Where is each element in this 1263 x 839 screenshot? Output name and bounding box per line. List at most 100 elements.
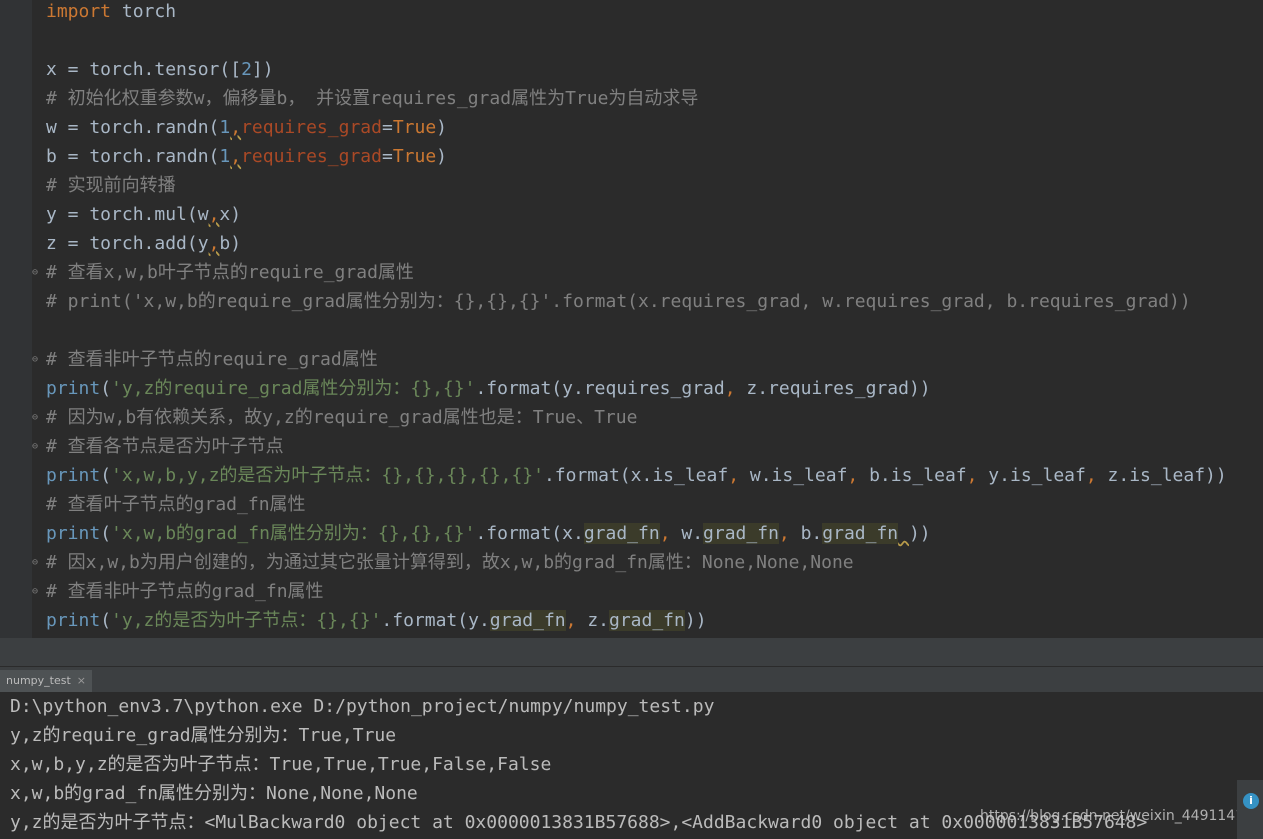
code-line: # 查看各节点是否为叶子节点	[46, 432, 284, 461]
code-token: # 查看非叶子节点的require_grad属性	[46, 349, 378, 370]
fold-marker-icon[interactable]: ⊖	[32, 442, 42, 452]
code-token: 'y,z的是否为叶子节点：{},{}'	[111, 610, 382, 631]
code-token: grad_fn	[822, 523, 899, 544]
info-icon[interactable]: i	[1243, 793, 1259, 809]
code-token: ,	[208, 233, 220, 254]
code-token: # 初始化权重参数w，偏移量b， 并设置requires_grad属性为True…	[46, 88, 699, 109]
code-line: print('y,z的require_grad属性分别为：{},{}'.form…	[46, 374, 931, 403]
code-line: # 初始化权重参数w，偏移量b， 并设置requires_grad属性为True…	[46, 84, 698, 113]
run-tool-window-tabs: numpy_test ×	[0, 666, 1263, 693]
code-token: True	[392, 146, 437, 167]
code-token: ,	[230, 146, 242, 167]
code-token: )	[436, 146, 448, 167]
code-line: # 查看非叶子节点的require_grad属性	[46, 345, 378, 374]
code-line: # 因x,w,b为用户创建的，为通过其它张量计算得到，故x,w,b的grad_f…	[46, 548, 854, 577]
editor-gutter[interactable]	[0, 0, 32, 638]
code-token: z.is_leaf))	[1096, 465, 1227, 486]
code-token: # 查看x,w,b叶子节点的require_grad属性	[46, 262, 414, 283]
code-token: b)	[219, 233, 242, 254]
console-line: D:\python_env3.7\python.exe D:/python_pr…	[10, 696, 715, 717]
fold-marker-icon[interactable]: ⊖	[32, 587, 42, 597]
code-token: grad_fn	[489, 610, 566, 631]
fold-marker-icon[interactable]: ⊖	[32, 355, 42, 365]
code-token: # 查看各节点是否为叶子节点	[46, 436, 284, 457]
code-token: (	[100, 610, 112, 631]
code-token: grad_fn	[703, 523, 779, 544]
close-icon[interactable]: ×	[77, 674, 86, 687]
code-token: )	[436, 117, 448, 138]
fold-marker-icon[interactable]: ⊖	[32, 558, 42, 568]
code-token: .format(x.	[475, 523, 584, 544]
code-token: import	[46, 1, 112, 22]
code-token: # 实现前向转播	[46, 175, 176, 196]
code-token: grad_fn	[609, 610, 685, 631]
fold-marker-icon[interactable]: ⊖	[32, 268, 42, 278]
code-line: print('x,w,b的grad_fn属性分别为：{},{},{}'.form…	[46, 519, 931, 548]
code-token: ,	[1085, 465, 1097, 486]
code-token: z.requires_grad))	[735, 378, 931, 399]
code-line: print('y,z的是否为叶子节点：{},{}'.format(y.grad_…	[46, 606, 707, 635]
code-token: ])	[251, 59, 274, 80]
code-token: b.is_leaf	[858, 465, 967, 486]
side-tool-strip	[1237, 780, 1263, 839]
code-token: .format(y.	[381, 610, 490, 631]
code-token: # 查看非叶子节点的grad_fn属性	[46, 581, 324, 602]
code-line: # 查看x,w,b叶子节点的require_grad属性	[46, 258, 414, 287]
code-token: ,	[724, 378, 736, 399]
code-token: z.	[576, 610, 609, 631]
code-token: 1	[219, 117, 231, 138]
code-token: torch	[111, 1, 177, 22]
code-token: (	[100, 523, 112, 544]
code-token: w.is_leaf	[739, 465, 848, 486]
code-line: print('x,w,b,y,z的是否为叶子节点：{},{},{},{},{}'…	[46, 461, 1227, 490]
code-token: grad_fn	[583, 523, 660, 544]
code-line: x = torch.tensor([2])	[46, 55, 274, 84]
code-token: 'x,w,b,y,z的是否为叶子节点：{},{},{},{},{}'	[111, 465, 544, 486]
code-token: =	[381, 117, 393, 138]
code-token: x)	[219, 204, 242, 225]
code-token: requires_grad	[241, 146, 382, 167]
run-tab-numpy-test[interactable]: numpy_test ×	[0, 670, 92, 692]
code-token: ,	[728, 465, 740, 486]
code-token: y.is_leaf	[977, 465, 1086, 486]
panel-divider[interactable]	[0, 638, 1263, 666]
code-token: w.	[670, 523, 704, 544]
code-token: print	[46, 610, 101, 631]
code-token: ,	[565, 610, 577, 631]
code-token: 1	[219, 146, 231, 167]
console-line: y,z的是否为叶子节点：<MulBackward0 object at 0x00…	[10, 812, 1148, 833]
watermark: https://blog.csdn.net/weixin_44911419	[980, 808, 1254, 824]
fold-marker-icon[interactable]: ⊖	[32, 413, 42, 423]
code-token: ,	[230, 117, 242, 138]
code-token: ,	[847, 465, 859, 486]
console-line: x,w,b的grad_fn属性分别为：None,None,None	[10, 783, 418, 804]
code-editor[interactable]: import torch x = torch.tensor([2]) # 初始化权重…	[0, 0, 1263, 638]
code-token: True	[392, 117, 437, 138]
code-token: x = torch.tensor([	[46, 59, 242, 80]
code-line: z = torch.add(y,b)	[46, 229, 241, 258]
code-token: # 因为w,b有依赖关系，故y,z的require_grad属性也是：True、…	[46, 407, 638, 428]
code-line: # 查看叶子节点的grad_fn属性	[46, 490, 306, 519]
code-token: (	[100, 378, 112, 399]
code-token: # 查看叶子节点的grad_fn属性	[46, 494, 306, 515]
code-token: ))	[684, 610, 707, 631]
code-line: # 查看非叶子节点的grad_fn属性	[46, 577, 324, 606]
code-line: import torch	[46, 0, 176, 26]
code-token: =	[381, 146, 393, 167]
code-token: w = torch.randn(	[46, 117, 220, 138]
code-token: b = torch.randn(	[46, 146, 220, 167]
console-line: x,w,b,y,z的是否为叶子节点：True,True,True,False,F…	[10, 754, 552, 775]
code-token: print	[46, 465, 101, 486]
code-token: z = torch.add(y	[46, 233, 209, 254]
run-tab-label: numpy_test	[6, 674, 71, 687]
code-token: ))	[908, 523, 931, 544]
code-token: b.	[789, 523, 823, 544]
code-token: ,	[966, 465, 978, 486]
code-token: ,	[208, 204, 220, 225]
code-line: y = torch.mul(w,x)	[46, 200, 241, 229]
code-token: y = torch.mul(w	[46, 204, 209, 225]
code-token: .format(y.requires_grad	[475, 378, 725, 399]
code-token: # print('x,w,b的require_grad属性分别为：{},{},{…	[46, 291, 1191, 312]
code-token: ,	[659, 523, 671, 544]
